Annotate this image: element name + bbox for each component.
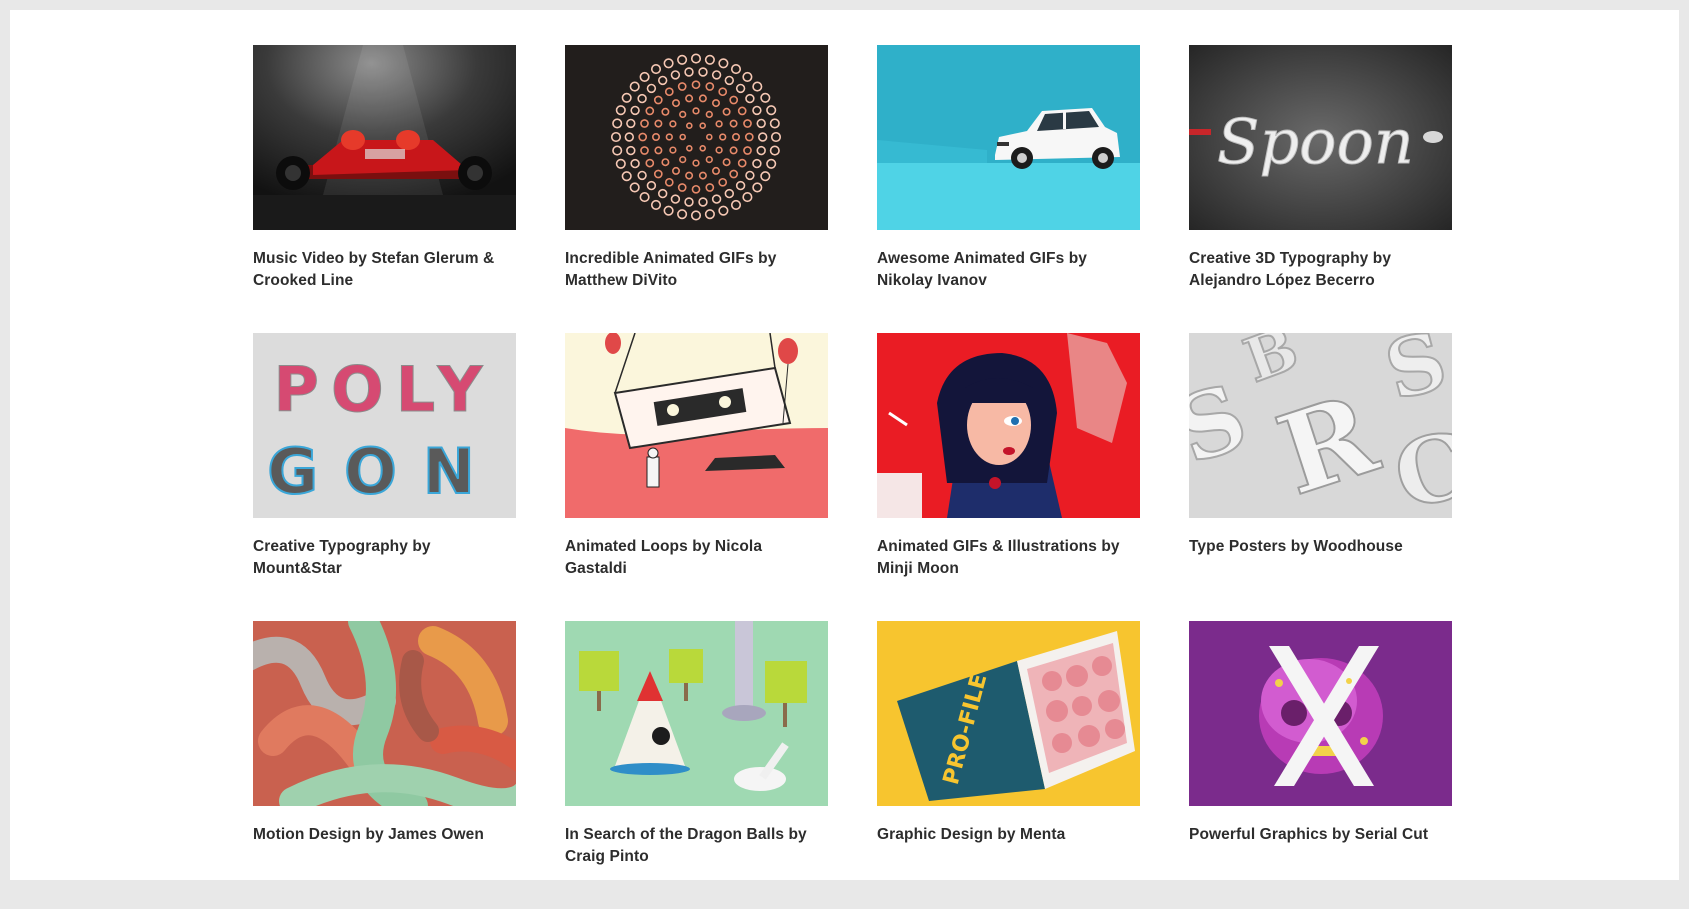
thumbnail-word: Spoon <box>1217 105 1414 178</box>
thumbnail-3d-letters[interactable]: S R S C B <box>1189 333 1452 518</box>
thumbnail-noodle-shapes[interactable] <box>253 621 516 806</box>
card-title[interactable]: Creative Typography by Mount&Star <box>253 536 516 580</box>
card-title[interactable]: Awesome Animated GIFs by Nikolay Ivanov <box>877 248 1140 292</box>
gallery-card-serial-cut[interactable]: Powerful Graphics by Serial Cut <box>1189 621 1452 909</box>
thumbnail-polygon-letters[interactable]: POLY GON <box>253 333 516 518</box>
gallery-grid: Music Video by Stefan Glerum & Crooked L… <box>253 45 1452 909</box>
card-title[interactable]: Creative 3D Typography by Alejandro Lópe… <box>1189 248 1452 292</box>
gallery-card-minji-moon[interactable]: Animated GIFs & Illustrations by Minji M… <box>877 333 1140 621</box>
card-title[interactable]: Type Posters by Woodhouse <box>1189 536 1452 558</box>
gallery-card-creative-typography[interactable]: POLY GON Creative Typography by Mount&St… <box>253 333 516 621</box>
thumbnail-race-car[interactable] <box>253 45 516 230</box>
card-title[interactable]: In Search of the Dragon Balls by Craig P… <box>565 824 828 868</box>
gallery-card-animated-gifs-divito[interactable]: Incredible Animated GIFs by Matthew DiVi… <box>565 45 828 333</box>
gallery-card-graphic-design[interactable]: PRO-FILE Graphic Design by Menta <box>877 621 1140 909</box>
page-container: Music Video by Stefan Glerum & Crooked L… <box>10 10 1679 880</box>
thumbnail-skull-x[interactable] <box>1189 621 1452 806</box>
thumbnail-cassette-desert[interactable] <box>565 333 828 518</box>
gallery-card-animated-gifs-ivanov[interactable]: Awesome Animated GIFs by Nikolay Ivanov <box>877 45 1140 333</box>
card-title[interactable]: Music Video by Stefan Glerum & Crooked L… <box>253 248 516 292</box>
gallery-card-music-video[interactable]: Music Video by Stefan Glerum & Crooked L… <box>253 45 516 333</box>
card-title[interactable]: Graphic Design by Menta <box>877 824 1140 846</box>
thumbnail-woman-illustration[interactable] <box>877 333 1140 518</box>
thumbnail-lowpoly-scene[interactable] <box>565 621 828 806</box>
gallery-card-3d-typography[interactable]: Spoon Creative 3D Typography by Alejandr… <box>1189 45 1452 333</box>
thumbnail-ring-sphere[interactable] <box>565 45 828 230</box>
card-title[interactable]: Incredible Animated GIFs by Matthew DiVi… <box>565 248 828 292</box>
gallery-card-animated-loops[interactable]: Animated Loops by Nicola Gastaldi <box>565 333 828 621</box>
thumbnail-word-bottom: GON <box>267 435 500 508</box>
thumbnail-word-top: POLY <box>274 353 495 426</box>
card-title[interactable]: Powerful Graphics by Serial Cut <box>1189 824 1452 846</box>
card-title[interactable]: Animated Loops by Nicola Gastaldi <box>565 536 828 580</box>
gallery-card-type-posters[interactable]: S R S C B Type Posters by Woodhouse <box>1189 333 1452 621</box>
thumbnail-profile-booklet[interactable]: PRO-FILE <box>877 621 1140 806</box>
thumbnail-white-car[interactable] <box>877 45 1140 230</box>
gallery-card-dragon-balls[interactable]: In Search of the Dragon Balls by Craig P… <box>565 621 828 909</box>
card-title[interactable]: Animated GIFs & Illustrations by Minji M… <box>877 536 1140 580</box>
gallery-card-motion-design[interactable]: Motion Design by James Owen <box>253 621 516 909</box>
thumbnail-spoon-typography[interactable]: Spoon <box>1189 45 1452 230</box>
card-title[interactable]: Motion Design by James Owen <box>253 824 516 846</box>
